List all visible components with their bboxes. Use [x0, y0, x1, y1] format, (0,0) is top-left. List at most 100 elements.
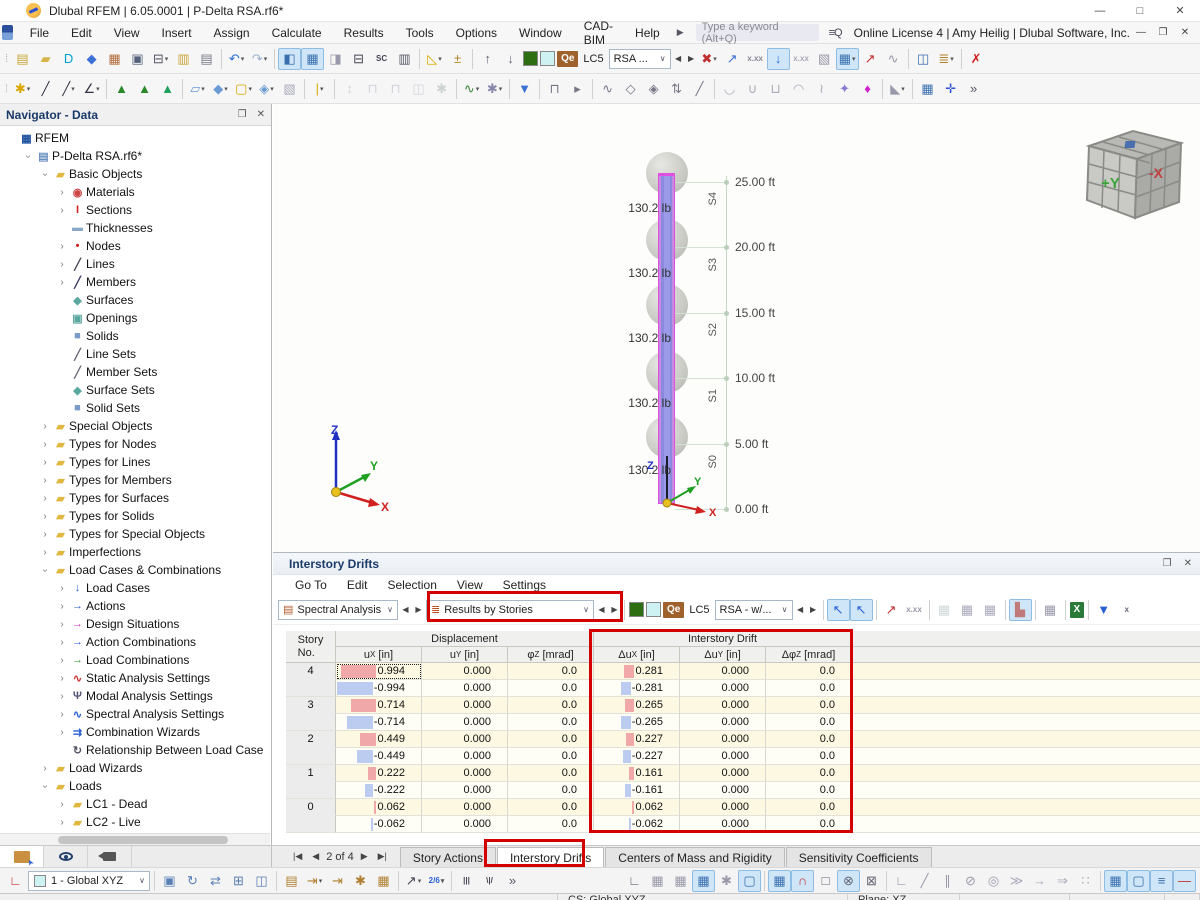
snap-points-icon[interactable]: ∷ [1074, 870, 1097, 892]
crosshair-icon[interactable]: ✛ [939, 78, 962, 100]
value-cell[interactable]: 0.0 [508, 799, 594, 816]
decimal-display-icon[interactable]: x.xx [744, 48, 767, 70]
snap-guide-2-icon[interactable]: → [1028, 870, 1051, 892]
new-model-icon[interactable]: ▤ [11, 48, 34, 70]
navigator-tab-views[interactable] [88, 846, 132, 867]
value-cell[interactable]: 0.0 [508, 663, 594, 680]
tree-item-combination-wizards[interactable]: › ⇉ Combination Wizards [0, 723, 270, 741]
search-input[interactable]: Type a keyword (Alt+Q) [696, 24, 819, 41]
result-wizard-icon[interactable]: ✦ [833, 78, 856, 100]
member-result-icon[interactable]: ✱▾ [483, 78, 506, 100]
case-next-arrow[interactable]: ▶ [807, 601, 820, 619]
rsa-combo[interactable]: RSA - w/...∨ [715, 600, 793, 620]
chevron-collapsed-icon[interactable]: › [55, 817, 69, 828]
tree-item-materials[interactable]: › ◉ Materials [0, 183, 270, 201]
last-page-button[interactable]: ▶| [375, 851, 390, 862]
mdi-close-icon[interactable]: ✕ [1174, 27, 1196, 38]
search-icon[interactable]: ≡Q [829, 27, 842, 39]
table-plain-icon[interactable]: ▦ [1039, 599, 1062, 621]
value-cell[interactable]: 0.000 [422, 714, 508, 731]
save-model-icon[interactable]: ▣ [126, 48, 149, 70]
chevron-collapsed-icon[interactable]: › [55, 673, 69, 684]
qe-badge[interactable]: Qe [557, 51, 578, 67]
panel-float-icon[interactable]: ❐ [1163, 558, 1172, 569]
combo-prev-arrow[interactable]: ◀ [672, 50, 685, 68]
snap-square-icon[interactable]: □ [814, 870, 837, 892]
tree-item-surfaces[interactable]: ◆ Surfaces [0, 291, 270, 309]
navigator-tab-display[interactable] [44, 846, 88, 867]
decimal-display-2-icon[interactable]: x.xx [790, 48, 813, 70]
results-next-arrow[interactable]: ▶ [608, 601, 621, 619]
tree-item-load-combinations[interactable]: › → Load Combinations [0, 651, 270, 669]
display-grid-icon[interactable]: ▦ [1104, 870, 1127, 892]
value-cell[interactable]: 0.000 [680, 765, 766, 782]
value-cell[interactable]: 0.000 [422, 799, 508, 816]
new-opening-icon[interactable]: ▢▾ [232, 78, 255, 100]
value-cell[interactable]: 0.994 [336, 663, 422, 680]
tree-item-lines[interactable]: › ╱ Lines [0, 255, 270, 273]
new-solid-icon[interactable]: ◆▾ [209, 78, 232, 100]
tree-item-imperfections[interactable]: › ▰ Imperfections [0, 543, 270, 561]
menu-item-file[interactable]: File [19, 22, 60, 44]
chevron-collapsed-icon[interactable]: › [38, 529, 52, 540]
snap-guide-3-icon[interactable]: ⇒ [1051, 870, 1074, 892]
analysis-prev-arrow[interactable]: ◀ [399, 601, 412, 619]
tree-item-lc1-dead[interactable]: › ▰ LC1 - Dead [0, 795, 270, 813]
tree-item-types-for-solids[interactable]: › ▰ Types for Solids [0, 507, 270, 525]
print-graphic-icon[interactable]: ⊟▾ [149, 48, 172, 70]
snap-magnet-icon[interactable]: ∩ [791, 870, 814, 892]
value-cell[interactable]: 0.000 [680, 731, 766, 748]
mirror-object-icon[interactable]: ⇄ [204, 870, 227, 892]
tree-item-relationship-between-load-case[interactable]: ↻ Relationship Between Load Case [0, 741, 270, 759]
tree-item-basic-objects[interactable]: › ▰ Basic Objects [0, 165, 270, 183]
navigator-panel-icon[interactable]: ◧ [278, 48, 301, 70]
value-cell[interactable]: 0.0 [766, 782, 852, 799]
clipping-box-icon[interactable]: ⊓ [543, 78, 566, 100]
value-cell[interactable]: 0.714 [336, 697, 422, 714]
snap-square-x-icon[interactable]: ⊠ [860, 870, 883, 892]
panel-close-icon[interactable]: ✕ [1184, 558, 1192, 569]
tree-item-actions[interactable]: › → Actions [0, 597, 270, 615]
tree-item-types-for-members[interactable]: › ▰ Types for Members [0, 471, 270, 489]
probe-values-icon[interactable]: ↗ [721, 48, 744, 70]
value-cell[interactable]: 0.0 [766, 731, 852, 748]
measure-icon[interactable]: ↗▾ [402, 870, 425, 892]
table-row[interactable]: 10.2220.0000.00.1610.0000.0 [286, 765, 1200, 782]
new-polyline-icon[interactable]: ∠▾ [80, 78, 103, 100]
chevron-collapsed-icon[interactable]: › [55, 799, 69, 810]
tree-item-member-sets[interactable]: ╱ Member Sets [0, 363, 270, 381]
tree-item-sections[interactable]: › I Sections [0, 201, 270, 219]
view-line-icon[interactable]: ╱ [688, 78, 711, 100]
script-console-icon[interactable]: SC [370, 48, 393, 70]
snap-guide-1-icon[interactable]: ≫ [1005, 870, 1028, 892]
display-layers-icon[interactable]: ≡ [1150, 870, 1173, 892]
chevron-collapsed-icon[interactable]: › [55, 619, 69, 630]
panel-menu-go-to[interactable]: Go To [285, 578, 337, 592]
select-box-icon[interactable]: ▢ [738, 870, 761, 892]
magenta-pin-icon[interactable]: ♦ [856, 78, 879, 100]
chart-columns-icon[interactable]: ▙ [1009, 599, 1032, 621]
chevron-collapsed-icon[interactable]: › [38, 511, 52, 522]
cancel-calculation-icon[interactable]: ✗ [965, 48, 988, 70]
tables-panel-icon[interactable]: ▦ [301, 48, 324, 70]
dimension-lines-icon[interactable]: ||| [455, 870, 478, 892]
tree-item-load-cases-combinations[interactable]: › ▰ Load Cases & Combinations [0, 561, 270, 579]
probe-red-icon[interactable]: ↗ [880, 599, 903, 621]
value-cell[interactable]: -0.449 [336, 748, 422, 765]
tree-item-loads[interactable]: › ▰ Loads [0, 777, 270, 795]
value-cell[interactable]: -0.161 [594, 782, 680, 799]
menu-item-insert[interactable]: Insert [151, 22, 203, 44]
result-tab-centers-of-mass-and-rigidity[interactable]: Centers of Mass and Rigidity [605, 847, 784, 867]
panel-menu-view[interactable]: View [447, 578, 493, 592]
ifc-model-icon[interactable]: ◆ [80, 48, 103, 70]
redo-icon[interactable]: ↷▾ [248, 48, 271, 70]
dlubal-connect-icon[interactable]: D [57, 48, 80, 70]
tree-item-types-for-lines[interactable]: › ▰ Types for Lines [0, 453, 270, 471]
value-cell[interactable]: 0.000 [680, 680, 766, 697]
menu-item-calculate[interactable]: Calculate [261, 22, 333, 44]
value-cell[interactable]: 0.000 [422, 680, 508, 697]
column-header-uX[interactable]: uX [in] [336, 647, 422, 663]
value-cell[interactable]: -0.062 [594, 816, 680, 833]
console-panel-icon[interactable]: ⊟ [347, 48, 370, 70]
select-special-icon[interactable]: ◣▾ [886, 78, 909, 100]
